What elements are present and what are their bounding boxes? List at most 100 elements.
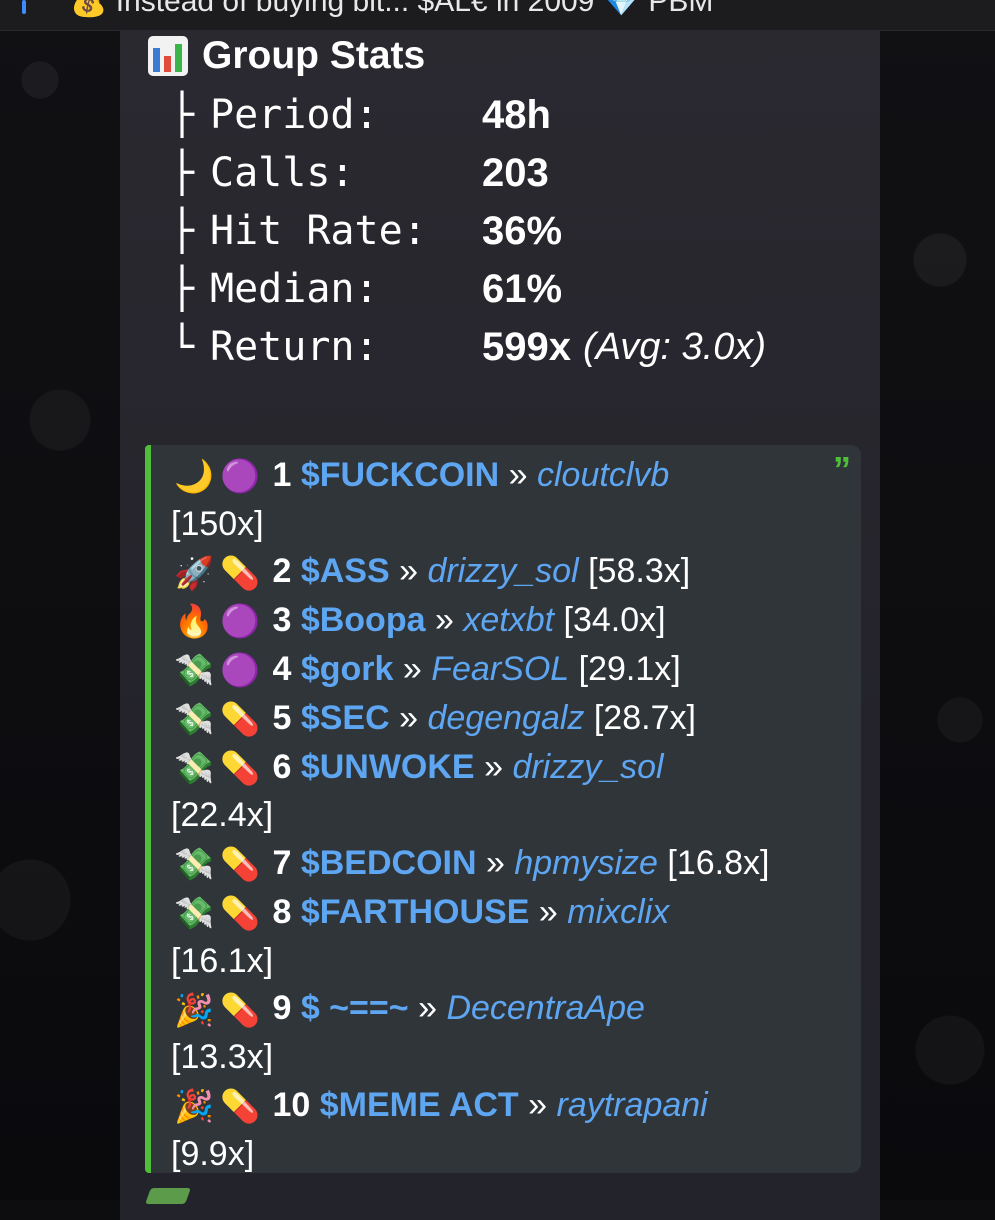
pinned-message-text[interactable]: 💰 Instead of buying bit... $AL€ in 2009 … [70, 0, 713, 19]
money-icon [145, 1188, 191, 1204]
ticker-link[interactable]: $UNWOKE [301, 748, 475, 786]
stat-row-median: ├ Median: 61% [170, 260, 562, 318]
money-wings-icon: 💸 [174, 652, 214, 689]
ticker-link[interactable]: $gork [301, 650, 394, 688]
multiplier: [22.4x] [171, 796, 274, 835]
pinned-message-bar[interactable]: 💰 Instead of buying bit... $AL€ in 2009 … [0, 0, 995, 31]
separator: » [508, 456, 528, 494]
multiplier: [58.3x] [588, 552, 691, 591]
caller-link[interactable]: DecentraApe [446, 989, 644, 1027]
list-item: 💸 🟣 4 $gork » FearSOL [29.1x] [171, 646, 841, 695]
stat-label: Period: [210, 92, 379, 138]
rank-number: 10 [272, 1085, 311, 1124]
ticker-link[interactable]: $BEDCOIN [301, 844, 477, 882]
rank-number: 3 [272, 601, 292, 640]
caller-link[interactable]: drizzy_sol [427, 552, 578, 590]
multiplier: [29.1x] [578, 650, 681, 689]
rank-number: 8 [272, 892, 292, 931]
caller-link[interactable]: xetxbt [463, 601, 554, 639]
stat-value: 36% [482, 208, 563, 253]
ticker-link[interactable]: $FUCKCOIN [301, 456, 499, 494]
caller-link[interactable]: raytrapani [557, 1086, 708, 1124]
pinned-indicator [22, 0, 26, 14]
purple-circle-icon: 🟣 [220, 652, 260, 689]
list-item: 💸 💊 6 $UNWOKE » drizzy_sol [171, 744, 841, 793]
list-item-wrap: [22.4x] [171, 792, 841, 840]
list-item: 🎉 💊 9 $ ~==~ » DecentraApe [171, 985, 841, 1034]
stat-row-hit-rate: ├ Hit Rate: 36% [170, 202, 562, 260]
stat-row-return: └ Return: 599x (Avg: 3.0x) [170, 318, 766, 376]
multiplier: [16.1x] [171, 941, 274, 980]
list-item: 🎉 💊 10 $MEME ACT » raytrapani [171, 1082, 841, 1131]
list-item-wrap: [9.9x] [171, 1131, 841, 1179]
separator: » [484, 747, 503, 786]
rank-number: 7 [272, 844, 292, 883]
ticker-link[interactable]: $ASS [301, 552, 390, 590]
multiplier: [28.7x] [593, 698, 696, 737]
purple-circle-icon: 🟣 [220, 603, 260, 640]
tree-branch: ├ [170, 266, 195, 312]
list-item-wrap: [150x] [171, 501, 841, 549]
pill-icon: 💊 [220, 554, 260, 591]
ticker-link[interactable]: $Boopa [301, 601, 426, 639]
leaderboard-quote-block[interactable]: ” 🌙 🟣 1 $FUCKCOIN » cloutclvb [150x] 🚀 💊 2… [145, 445, 861, 1173]
stat-value: 203 [482, 150, 549, 195]
pill-icon: 💊 [220, 991, 260, 1028]
list-item: 💸 💊 5 $SEC » degengalz [28.7x] [171, 695, 841, 744]
group-stats-heading: Group Stats [148, 34, 425, 78]
pill-icon: 💊 [220, 701, 260, 738]
stat-value: 61% [482, 266, 563, 311]
ticker-link[interactable]: $MEME ACT [320, 1086, 519, 1124]
bar-chart-icon [148, 36, 188, 76]
separator: » [434, 601, 454, 640]
rank-number: 2 [272, 552, 292, 591]
rank-number: 1 [272, 456, 292, 494]
list-item: 🌙 🟣 1 $FUCKCOIN » cloutclvb [171, 452, 841, 501]
party-popper-icon: 🎉 [174, 1087, 214, 1124]
rank-number: 4 [272, 650, 292, 689]
ticker-link[interactable]: $FARTHOUSE [301, 893, 530, 931]
stat-row-period: ├ Period: 48h [170, 86, 551, 144]
leaderboard-list: 🌙 🟣 1 $FUCKCOIN » cloutclvb [150x] 🚀 💊 2 $… [171, 452, 841, 1178]
pill-icon: 💊 [220, 895, 260, 932]
separator: » [485, 844, 505, 883]
list-item: 🚀 💊 2 $ASS » drizzy_sol [58.3x] [171, 548, 841, 597]
caller-link[interactable]: FearSOL [431, 650, 569, 688]
caller-link[interactable]: mixclix [567, 893, 669, 931]
money-wings-icon: 💸 [174, 701, 214, 738]
caller-link[interactable]: drizzy_sol [512, 748, 663, 786]
caller-link[interactable]: degengalz [427, 699, 584, 737]
caller-link[interactable]: cloutclvb [537, 456, 669, 494]
group-stats-title: Group Stats [202, 34, 426, 77]
stat-label: Return: [210, 324, 379, 370]
tree-branch: ├ [170, 208, 195, 254]
caller-link[interactable]: hpmysize [514, 844, 658, 882]
moon-icon: 🌙 [174, 458, 214, 495]
stat-row-calls: ├ Calls: 203 [170, 144, 549, 202]
list-item: 🔥 🟣 3 $Boopa » xetxbt [34.0x] [171, 597, 841, 646]
stat-value: 48h [482, 92, 551, 137]
money-wings-icon: 💸 [174, 749, 214, 786]
list-item: 💸 💊 7 $BEDCOIN » hpmysize [16.8x] [171, 840, 841, 889]
rocket-icon: 🚀 [174, 554, 214, 591]
multiplier: [16.8x] [667, 844, 770, 883]
list-item: 💸 💊 8 $FARTHOUSE » mixclix [171, 889, 841, 938]
multiplier: [150x] [171, 504, 264, 543]
stat-average: (Avg: 3.0x) [582, 325, 767, 368]
multiplier: [9.9x] [171, 1134, 255, 1173]
separator: » [399, 698, 419, 737]
tree-branch: ├ [170, 150, 195, 196]
purple-circle-icon: 🟣 [220, 458, 260, 495]
ticker-link[interactable]: $ ~==~ [301, 989, 418, 1027]
separator: » [538, 892, 558, 931]
tree-branch: ├ [170, 92, 195, 138]
list-item-wrap: [16.1x] [171, 938, 841, 986]
ticker-link[interactable]: $SEC [301, 699, 390, 737]
multiplier: [13.3x] [171, 1038, 274, 1077]
message-bubble[interactable]: Group Stats ├ Period: 48h ├ Calls: 203 ├… [120, 30, 880, 1220]
stat-label: Calls: [210, 150, 355, 196]
stat-label: Median: [210, 266, 379, 312]
stat-value: 599x [482, 324, 571, 369]
rank-number: 6 [272, 747, 292, 786]
money-wings-icon: 💸 [174, 846, 214, 883]
